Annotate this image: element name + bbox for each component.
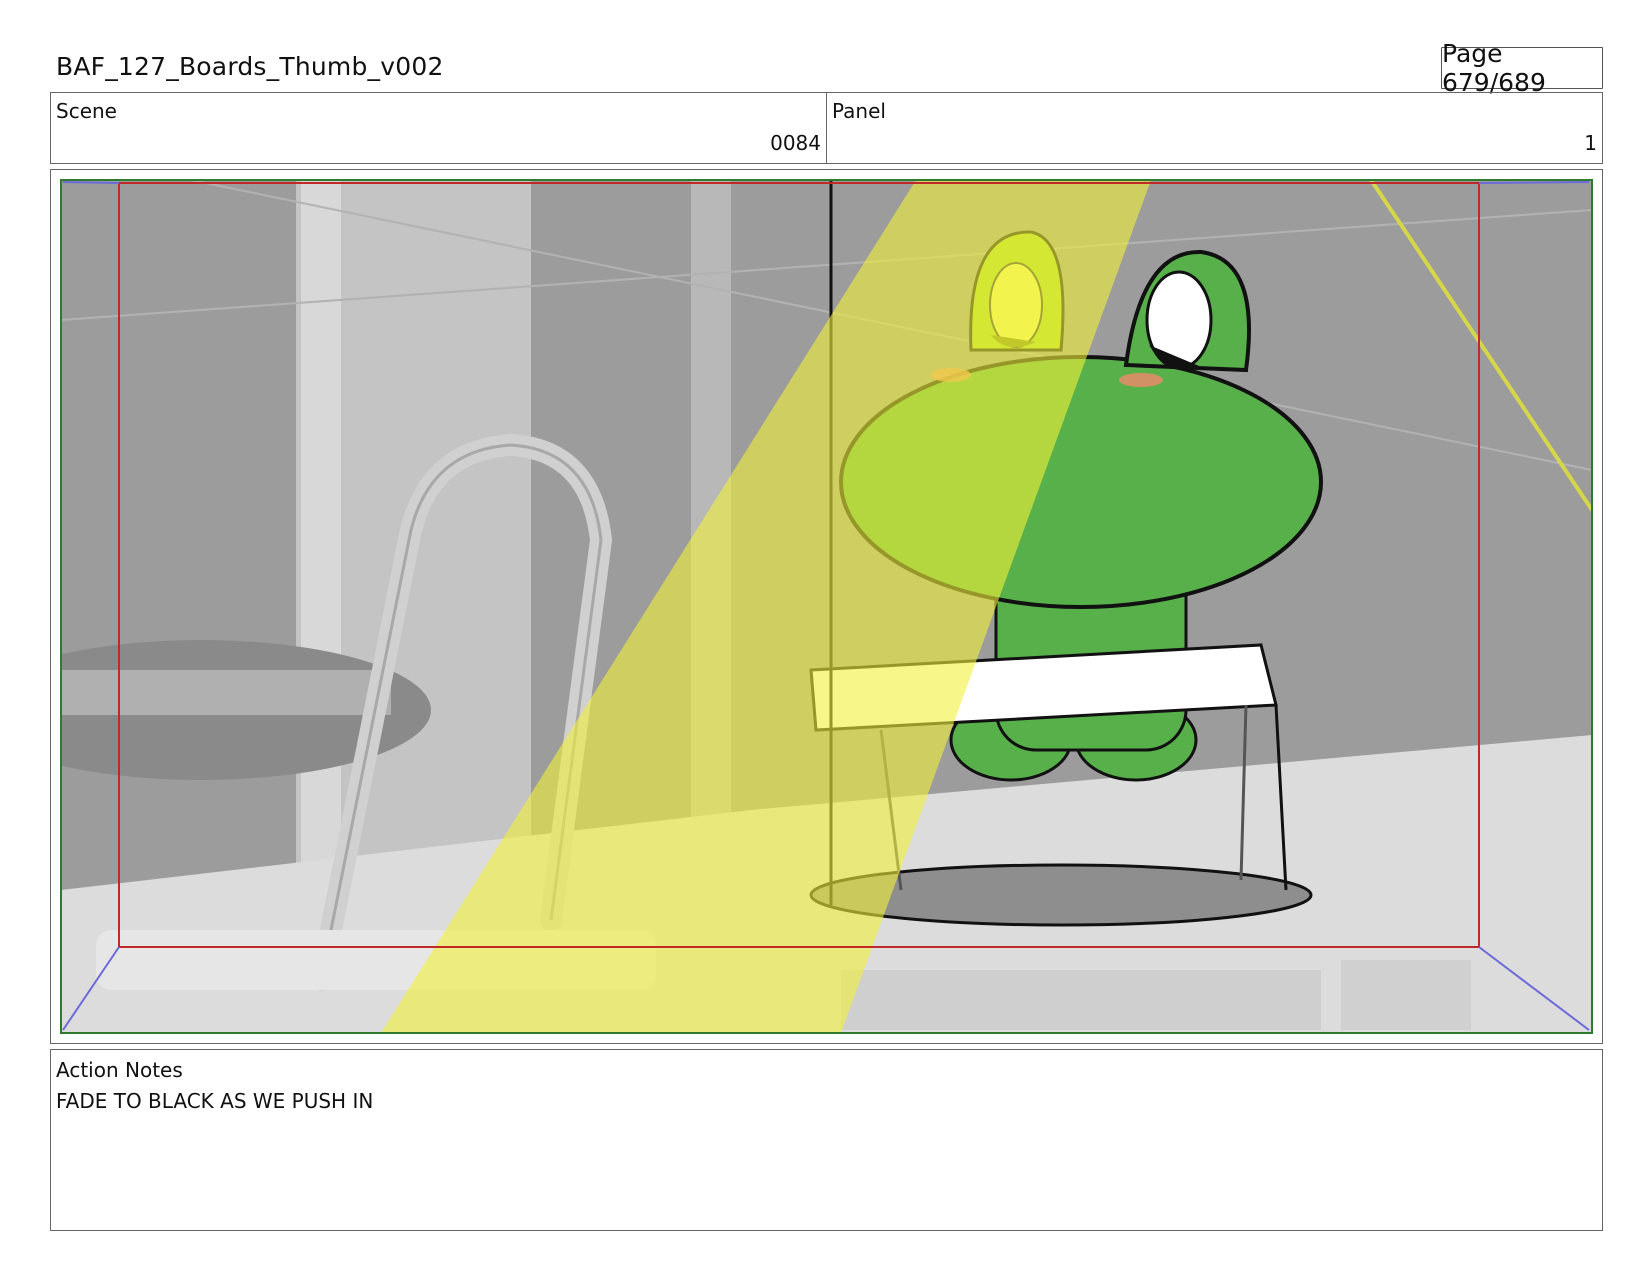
action-notes-label: Action Notes — [56, 1058, 183, 1082]
scene-label: Scene — [56, 99, 117, 123]
panel-label: Panel — [832, 99, 886, 123]
action-notes-box: Action Notes FADE TO BLACK AS WE PUSH IN — [50, 1049, 1603, 1231]
storyboard-drawing — [60, 179, 1593, 1034]
scene-cell: Scene 0084 — [51, 93, 826, 163]
info-row: Scene 0084 Panel 1 — [50, 92, 1603, 164]
document-title: BAF_127_Boards_Thumb_v002 — [56, 52, 444, 81]
page-counter: Page 679/689 — [1441, 39, 1603, 97]
scene-number: 0084 — [770, 131, 821, 155]
panel-number: 1 — [1584, 131, 1597, 155]
action-notes-text: FADE TO BLACK AS WE PUSH IN — [56, 1089, 374, 1113]
panel-cell: Panel 1 — [826, 93, 1602, 163]
storyboard-panel — [50, 169, 1603, 1044]
